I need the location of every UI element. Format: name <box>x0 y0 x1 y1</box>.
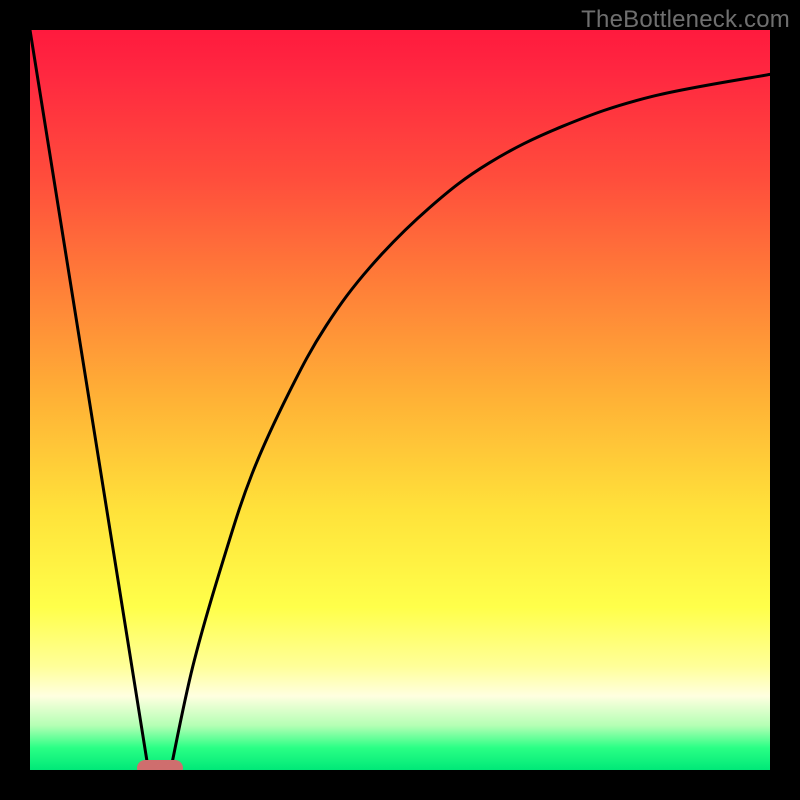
left-slope-line <box>30 30 148 770</box>
optimal-marker <box>137 760 183 770</box>
curve-layer <box>30 30 770 770</box>
watermark-text: TheBottleneck.com <box>581 6 790 34</box>
chart-frame: TheBottleneck.com <box>0 0 800 800</box>
plot-area <box>30 30 770 770</box>
right-curve-line <box>171 74 770 770</box>
